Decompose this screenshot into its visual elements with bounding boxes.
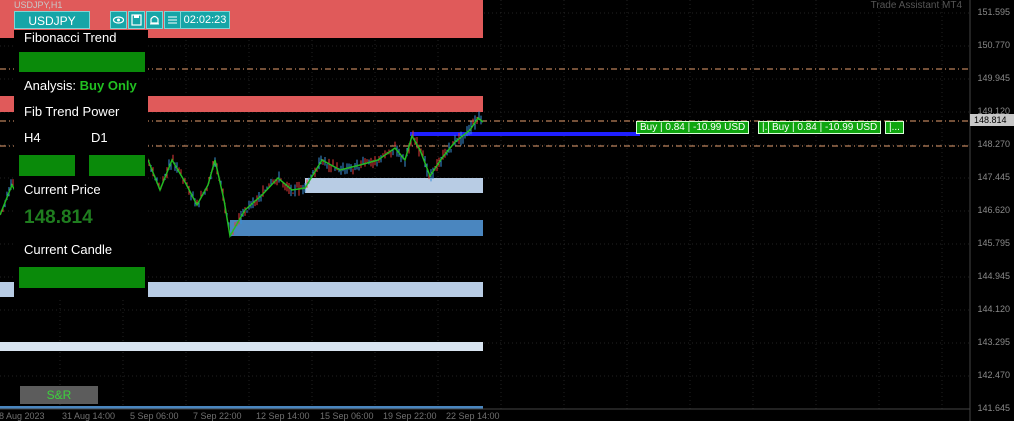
current-price-marker: 148.814: [970, 114, 1014, 126]
server-clock: 02:02:23: [180, 11, 230, 29]
price-label: 146.620: [977, 205, 1010, 215]
time-label: 7 Sep 22:00: [193, 411, 242, 421]
price-label: 142.470: [977, 370, 1010, 380]
analysis-label: Analysis: Buy Only: [24, 78, 137, 93]
price-label: 144.120: [977, 304, 1010, 314]
eye-icon[interactable]: [110, 11, 127, 29]
d1-power-box: [89, 155, 145, 176]
price-label: 150.770: [977, 40, 1010, 50]
support-zone-1: [305, 178, 483, 193]
price-label: 149.945: [977, 73, 1010, 83]
analysis-label-text: Analysis:: [24, 78, 77, 93]
time-label: 22 Sep 14:00: [446, 411, 500, 421]
price-label: 147.445: [977, 172, 1010, 182]
support-zone-2: [230, 220, 483, 236]
price-chart[interactable]: [0, 0, 1014, 421]
tf-d1-label: D1: [91, 130, 108, 145]
sr-button[interactable]: S&R: [20, 386, 98, 404]
trade-label-1[interactable]: Buy | 0.84 | -10.99 USD: [636, 121, 750, 134]
current-candle-label: Current Candle: [24, 242, 113, 257]
time-label: 31 Aug 14:00: [62, 411, 116, 421]
current-price-value: 148.814: [24, 207, 93, 228]
time-label: 12 Sep 14:00: [256, 411, 310, 421]
indicator-watermark: Trade Assistant MT4: [870, 0, 962, 11]
tf-h4-label: H4: [24, 130, 41, 145]
power-label: Fib Trend Power: [24, 104, 120, 119]
time-label: 28 Aug 2023: [0, 411, 45, 421]
current-price-label: Current Price: [24, 182, 101, 197]
chart-symbol-title: USDJPY,H1: [14, 0, 63, 10]
analysis-value: Buy Only: [79, 78, 137, 93]
trade-label-2-more[interactable]: |...: [885, 121, 904, 134]
alert-icon[interactable]: [146, 11, 163, 29]
price-label: 151.595: [977, 7, 1010, 17]
save-icon[interactable]: [128, 11, 145, 29]
analysis-indicator: [19, 52, 145, 72]
trade-label-2[interactable]: Buy | 0.84 | -10.99 USD: [768, 121, 882, 134]
price-label: 143.295: [977, 337, 1010, 347]
time-label: 5 Sep 06:00: [130, 411, 179, 421]
price-axis[interactable]: 151.595 150.770 149.945 149.120 148.270 …: [970, 0, 1014, 421]
support-zone-4: [0, 342, 483, 351]
time-label: 19 Sep 22:00: [383, 411, 437, 421]
price-label: 141.645: [977, 403, 1010, 413]
price-label: 145.795: [977, 238, 1010, 248]
menu-icon[interactable]: [164, 11, 181, 29]
h4-power-box: [19, 155, 75, 176]
price-label: 144.945: [977, 271, 1010, 281]
price-label: 148.270: [977, 139, 1010, 149]
time-label: 15 Sep 06:00: [320, 411, 374, 421]
symbol-button[interactable]: USDJPY: [14, 11, 90, 29]
current-candle-box: [19, 267, 145, 288]
panel-title: Fibonacci Trend: [24, 30, 117, 45]
